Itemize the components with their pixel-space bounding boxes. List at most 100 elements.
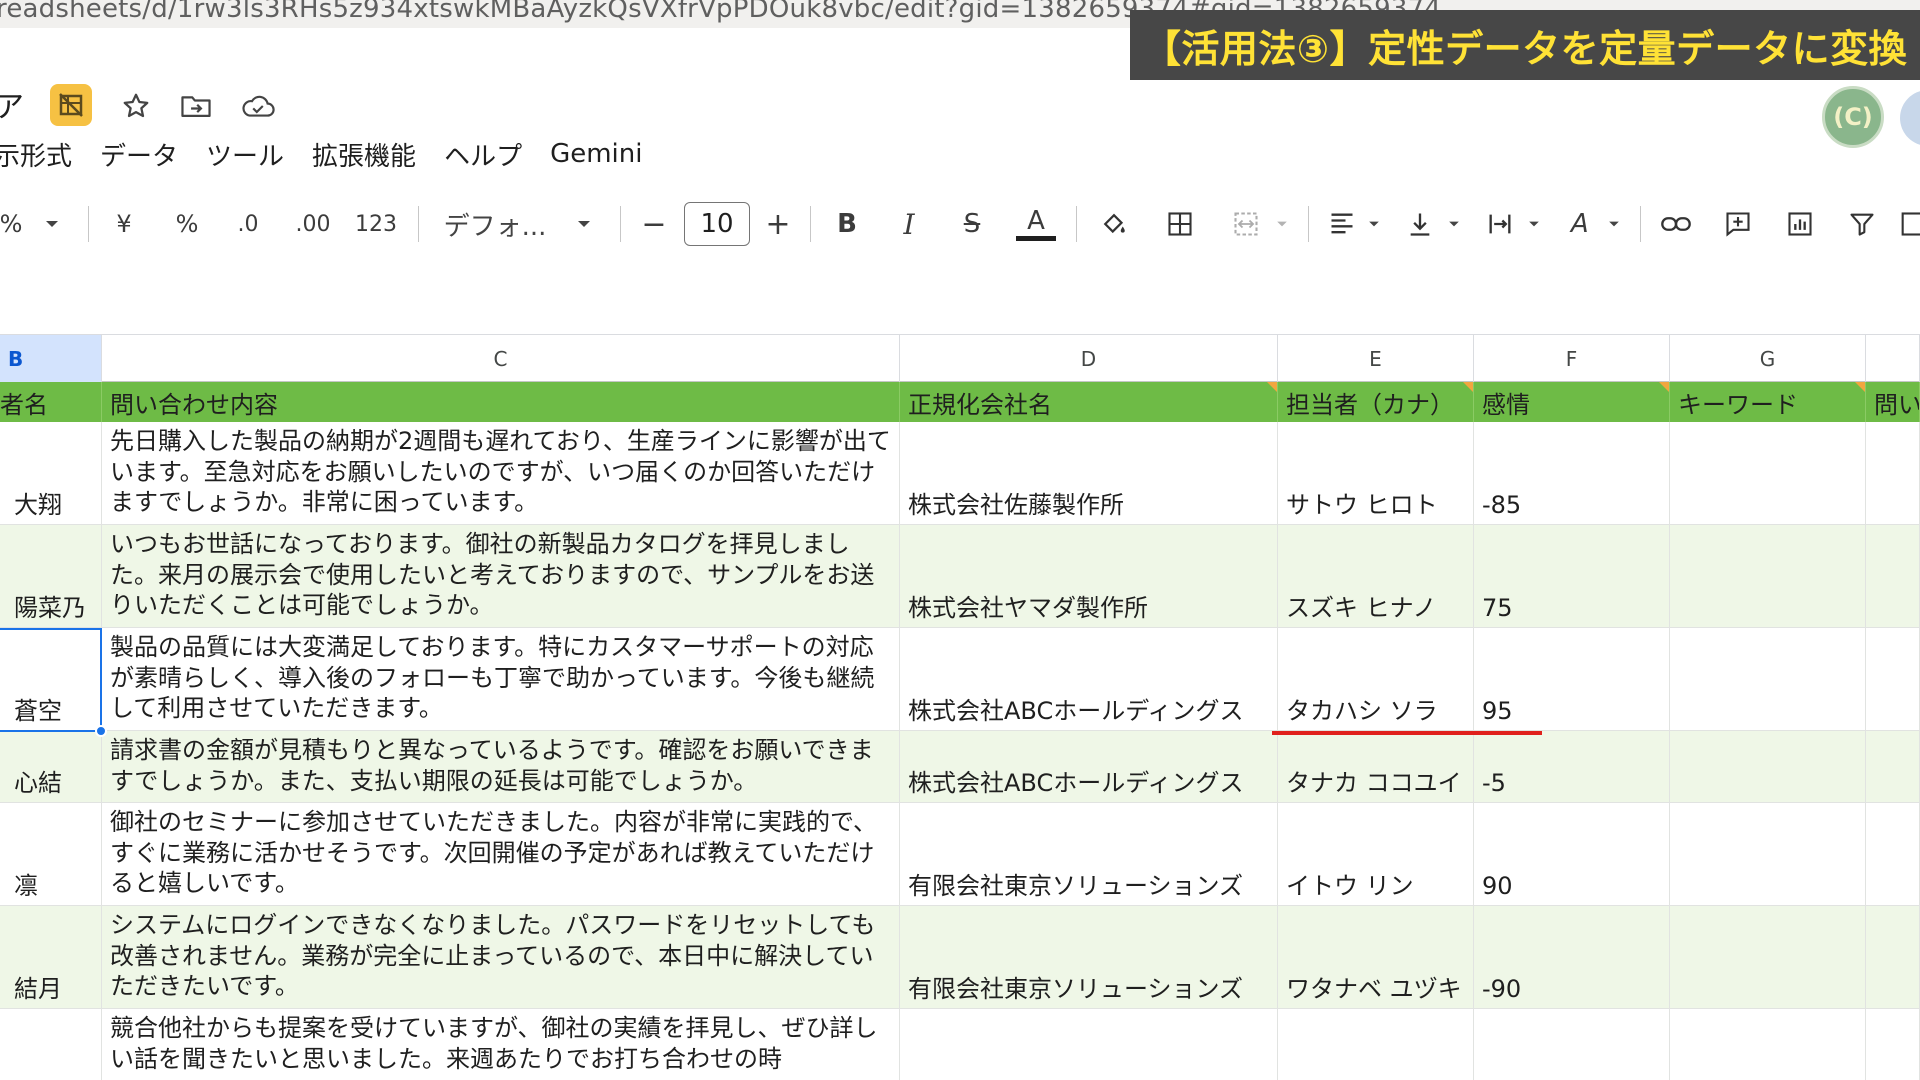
cell-sentiment[interactable]: -5	[1474, 731, 1670, 802]
cell-company[interactable]	[900, 1009, 1278, 1080]
cell-company[interactable]: 有限会社東京ソリューションズ	[900, 906, 1278, 1008]
menu-extensions[interactable]: 拡張機能	[298, 136, 430, 173]
cell-inquiry[interactable]: 御社のセミナーに参加させていただきました。内容が非常に実践的で、すぐに業務に活か…	[102, 803, 900, 905]
column-header-d[interactable]: D	[900, 335, 1278, 383]
insert-chart-icon[interactable]	[1780, 196, 1820, 252]
insert-comment-icon[interactable]	[1718, 196, 1758, 252]
star-icon[interactable]	[116, 86, 156, 126]
cell-next[interactable]	[1866, 803, 1920, 905]
cell-inquiry[interactable]: 競合他社からも提案を受けていますが、御社の実績を拝見し、ぜひ詳しい話を聞きたいと…	[102, 1009, 900, 1080]
wrap-dropdown-icon[interactable]	[1524, 196, 1544, 252]
vertical-align-icon[interactable]	[1400, 196, 1440, 252]
cell-name[interactable]: 凛	[0, 803, 102, 905]
bold-button[interactable]: B	[830, 196, 864, 252]
horizontal-align-icon[interactable]	[1322, 196, 1362, 252]
column-header-g[interactable]: G	[1670, 335, 1866, 383]
cell-name[interactable]	[0, 1009, 102, 1080]
cell-kana[interactable]: イトウ リン	[1278, 803, 1474, 905]
percent-format-button[interactable]: %	[170, 196, 204, 252]
font-family-select[interactable]: デフォ...	[438, 196, 552, 252]
merge-cells-icon[interactable]	[1226, 196, 1266, 252]
column-header-f[interactable]: F	[1474, 335, 1670, 383]
cell-next[interactable]	[1866, 731, 1920, 802]
cell-inquiry[interactable]: いつもお世話になっております。御社の新製品カタログを拝見しました。来月の展示会で…	[102, 525, 900, 627]
header-next[interactable]: 問い	[1866, 382, 1920, 422]
fill-color-icon[interactable]	[1094, 196, 1134, 252]
zoom-dropdown-icon[interactable]	[40, 196, 64, 252]
rotation-dropdown-icon[interactable]	[1604, 196, 1624, 252]
cell-sentiment[interactable]: 75	[1474, 525, 1670, 627]
cell-company[interactable]: 株式会社ABCホールディングス	[900, 731, 1278, 802]
cell-sentiment[interactable]: -85	[1474, 422, 1670, 524]
text-color-button[interactable]: A	[1014, 196, 1058, 252]
cell-next[interactable]	[1866, 422, 1920, 524]
cell-keyword[interactable]	[1670, 422, 1866, 524]
font-dropdown-icon[interactable]	[572, 196, 596, 252]
menu-format[interactable]: 示形式	[0, 136, 86, 173]
active-cell-selection[interactable]	[0, 628, 102, 732]
cell-name[interactable]: 結月	[0, 906, 102, 1008]
cell-next[interactable]	[1866, 906, 1920, 1008]
cell-keyword[interactable]	[1670, 906, 1866, 1008]
header-company[interactable]: 正規化会社名	[900, 382, 1278, 422]
cell-kana[interactable]: スズキ ヒナノ	[1278, 525, 1474, 627]
currency-format-button[interactable]: ¥	[108, 196, 140, 252]
header-kana[interactable]: 担当者（カナ）	[1278, 382, 1474, 422]
cloud-icon[interactable]	[236, 86, 280, 126]
italic-button[interactable]: I	[892, 196, 926, 252]
cell-inquiry[interactable]: 請求書の金額が見積もりと異なっているようです。確認をお願いできますでしょうか。ま…	[102, 731, 900, 802]
sheet-badge-icon[interactable]	[50, 84, 92, 126]
more-formats-button[interactable]: 123	[354, 196, 398, 252]
column-header-e[interactable]: E	[1278, 335, 1474, 383]
column-header-c[interactable]: C	[102, 335, 900, 383]
font-size-decrease-button[interactable]: −	[636, 196, 672, 252]
text-rotation-button[interactable]: A	[1560, 196, 1600, 252]
valign-dropdown-icon[interactable]	[1444, 196, 1464, 252]
cell-kana[interactable]	[1278, 1009, 1474, 1080]
cell-inquiry[interactable]: システムにログインできなくなりました。パスワードをリセットしても改善されません。…	[102, 906, 900, 1008]
cell-keyword[interactable]	[1670, 525, 1866, 627]
cell-kana[interactable]: タナカ ココユイ	[1278, 731, 1474, 802]
cell-next[interactable]	[1866, 525, 1920, 627]
align-dropdown-icon[interactable]	[1364, 196, 1384, 252]
table-view-icon[interactable]	[1900, 196, 1920, 252]
cell-keyword[interactable]	[1670, 731, 1866, 802]
cell-keyword[interactable]	[1670, 803, 1866, 905]
cell-next[interactable]	[1866, 628, 1920, 730]
decrease-decimal-button[interactable]: .0	[228, 196, 268, 252]
merge-dropdown-icon[interactable]	[1272, 196, 1292, 252]
cell-keyword[interactable]	[1670, 628, 1866, 730]
doc-title-fragment[interactable]: ア	[0, 82, 24, 126]
font-size-input[interactable]: 10	[684, 202, 750, 246]
cell-company[interactable]: 株式会社佐藤製作所	[900, 422, 1278, 524]
column-header-b[interactable]: B	[0, 335, 102, 383]
filter-icon[interactable]	[1842, 196, 1882, 252]
cell-inquiry[interactable]: 製品の品質には大変満足しております。特にカスタマーサポートの対応が素晴らしく、導…	[102, 628, 900, 730]
menu-help[interactable]: ヘルプ	[430, 136, 536, 173]
menu-tools[interactable]: ツール	[192, 136, 298, 173]
selection-fill-handle[interactable]	[95, 725, 107, 737]
move-folder-icon[interactable]	[176, 86, 216, 126]
second-avatar[interactable]	[1900, 90, 1920, 146]
cell-sentiment[interactable]: 95	[1474, 628, 1670, 730]
cell-kana[interactable]: サトウ ヒロト	[1278, 422, 1474, 524]
cell-name[interactable]: 陽菜乃	[0, 525, 102, 627]
menu-data[interactable]: データ	[86, 136, 192, 173]
cell-keyword[interactable]	[1670, 1009, 1866, 1080]
text-wrap-icon[interactable]	[1480, 196, 1520, 252]
cell-company[interactable]: 株式会社ヤマダ製作所	[900, 525, 1278, 627]
header-sentiment[interactable]: 感情	[1474, 382, 1670, 422]
cell-name[interactable]: 心結	[0, 731, 102, 802]
cell-sentiment[interactable]	[1474, 1009, 1670, 1080]
header-inquiry[interactable]: 問い合わせ内容	[102, 382, 900, 422]
cell-sentiment[interactable]: -90	[1474, 906, 1670, 1008]
cell-next[interactable]	[1866, 1009, 1920, 1080]
increase-decimal-button[interactable]: .00	[290, 196, 336, 252]
column-header-h[interactable]	[1866, 335, 1920, 383]
account-avatar[interactable]: (C)	[1822, 86, 1884, 148]
cell-sentiment[interactable]: 90	[1474, 803, 1670, 905]
header-keyword[interactable]: キーワード	[1670, 382, 1866, 422]
cell-kana[interactable]: タカハシ ソラ	[1278, 628, 1474, 730]
cell-kana[interactable]: ワタナベ ユヅキ	[1278, 906, 1474, 1008]
cell-company[interactable]: 有限会社東京ソリューションズ	[900, 803, 1278, 905]
